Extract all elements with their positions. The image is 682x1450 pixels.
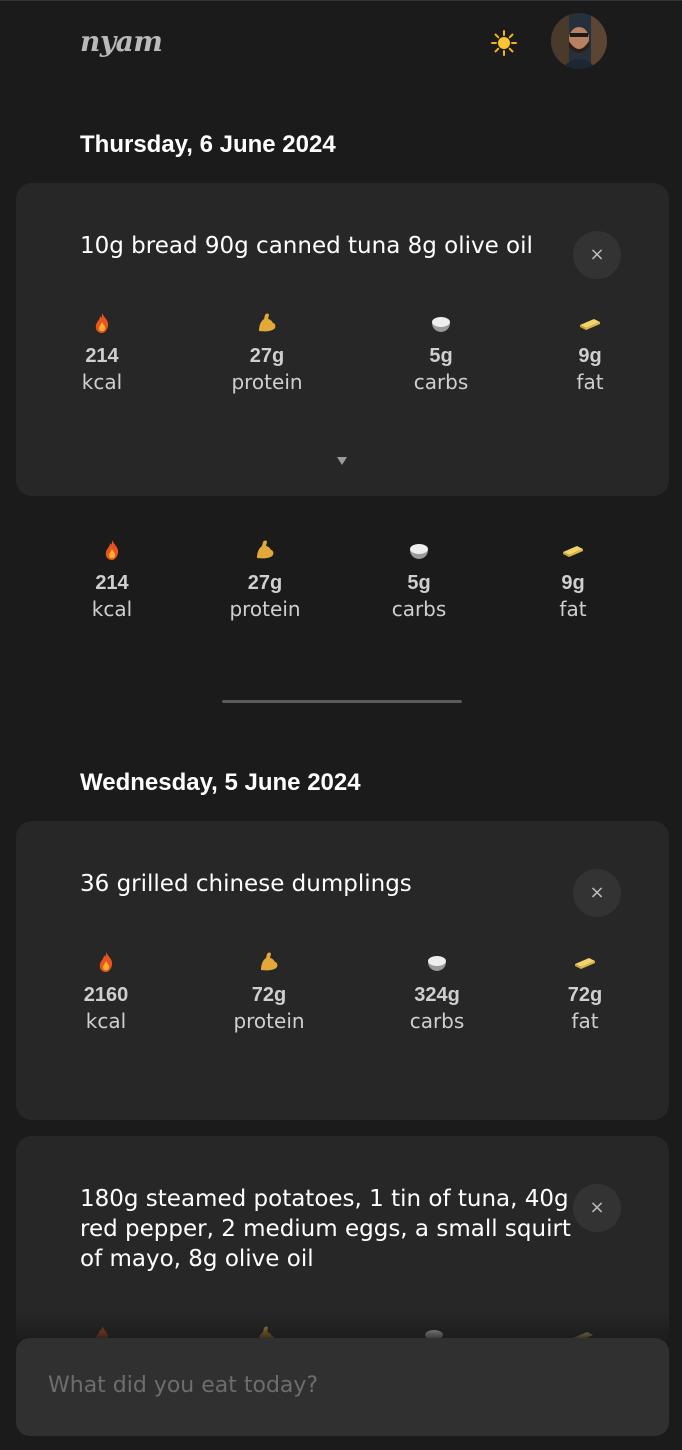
delete-meal-button[interactable]: × <box>573 231 621 279</box>
fat-value: 72g <box>567 984 603 1006</box>
app-header: nyam <box>0 1 682 81</box>
flexed-bicep-icon <box>253 538 277 562</box>
day-divider <box>222 700 462 703</box>
macro-protein: 27g protein <box>202 311 332 394</box>
total-carbs: 5g carbs <box>354 538 484 621</box>
protein-value: 27g <box>249 345 285 367</box>
flexed-bicep-icon <box>257 950 281 974</box>
protein-label: protein <box>231 370 303 394</box>
macro-kcal: 214 kcal <box>37 311 167 394</box>
fat-label: fat <box>559 597 587 621</box>
carbs-value: 5g <box>429 345 453 367</box>
meal-title: 36 grilled chinese dumplings <box>80 871 412 897</box>
meal-title: 180g steamed potatoes, 1 tin of tuna, 40… <box>80 1186 571 1272</box>
butter-icon <box>578 311 602 335</box>
kcal-value: 2160 <box>83 984 129 1006</box>
macro-carbs: 5g carbs <box>376 311 506 394</box>
fire-icon <box>90 311 114 335</box>
app-page: nyam Thursday, 6 June 2024 10g bread 90g… <box>0 0 682 1450</box>
kcal-label: kcal <box>85 1009 127 1033</box>
flexed-bicep-icon <box>255 311 279 335</box>
day-total-macros: 214 kcal 27g protein 5g carbs 9g fat <box>0 538 682 638</box>
app-logo[interactable]: nyam <box>80 25 163 58</box>
protein-value: 27g <box>247 572 283 594</box>
rice-bowl-icon <box>429 311 453 335</box>
delete-meal-button[interactable]: × <box>573 1184 621 1232</box>
macro-fat: 9g fat <box>525 311 655 394</box>
meal-macros: 2160 kcal 72g protein 324g carbs 72g fat <box>0 950 682 1050</box>
fire-icon <box>100 538 124 562</box>
meal-macros: 214 kcal 27g protein 5g carbs 9g fat <box>0 311 682 411</box>
user-avatar[interactable] <box>551 13 607 69</box>
rice-bowl-icon <box>407 538 431 562</box>
carbs-label: carbs <box>413 370 469 394</box>
carbs-label: carbs <box>409 1009 465 1033</box>
meal-input[interactable]: What did you eat today? <box>16 1338 669 1436</box>
fat-value: 9g <box>561 572 585 594</box>
carbs-label: carbs <box>391 597 447 621</box>
total-protein: 27g protein <box>200 538 330 621</box>
butter-icon <box>573 950 597 974</box>
expand-chevron-icon[interactable] <box>336 451 348 465</box>
carbs-value: 324g <box>414 984 460 1006</box>
macro-protein: 72g protein <box>204 950 334 1033</box>
meal-title: 10g bread 90g canned tuna 8g olive oil <box>80 233 533 259</box>
protein-value: 72g <box>251 984 287 1006</box>
macro-kcal: 2160 kcal <box>41 950 171 1033</box>
fat-label: fat <box>576 370 604 394</box>
protein-label: protein <box>233 1009 305 1033</box>
kcal-label: kcal <box>81 370 123 394</box>
rice-bowl-icon <box>425 950 449 974</box>
meal-input-placeholder: What did you eat today? <box>48 1373 319 1398</box>
kcal-value: 214 <box>95 572 129 594</box>
fat-value: 9g <box>578 345 602 367</box>
date-heading: Wednesday, 5 June 2024 <box>80 769 361 796</box>
macro-fat: 72g fat <box>520 950 650 1033</box>
butter-icon <box>561 538 585 562</box>
delete-meal-button[interactable]: × <box>573 869 621 917</box>
carbs-value: 5g <box>407 572 431 594</box>
kcal-label: kcal <box>91 597 133 621</box>
fire-icon <box>94 950 118 974</box>
kcal-value: 214 <box>85 345 119 367</box>
macro-carbs: 324g carbs <box>372 950 502 1033</box>
total-fat: 9g fat <box>508 538 638 621</box>
total-kcal: 214 kcal <box>47 538 177 621</box>
date-heading: Thursday, 6 June 2024 <box>80 131 336 158</box>
protein-label: protein <box>229 597 301 621</box>
sun-icon[interactable] <box>490 29 518 57</box>
fat-label: fat <box>571 1009 599 1033</box>
